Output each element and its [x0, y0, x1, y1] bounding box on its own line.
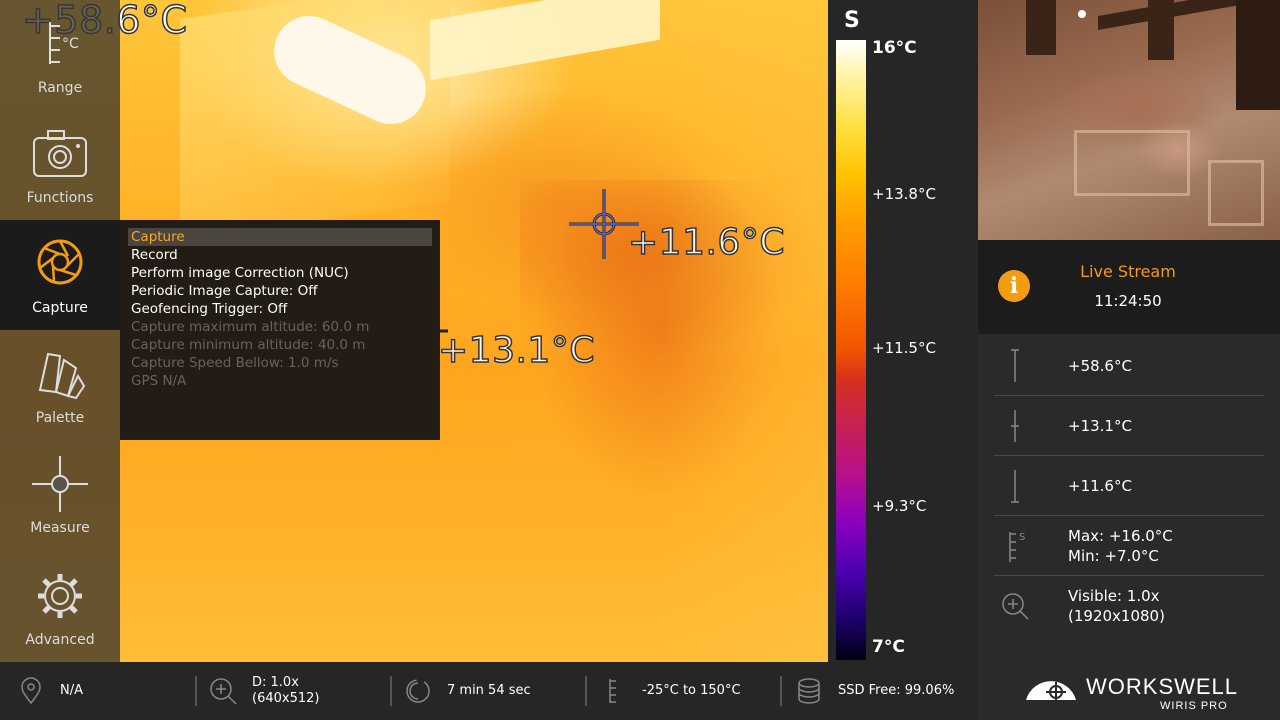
database-icon: [798, 678, 820, 704]
gear-icon: [38, 574, 82, 618]
range-unit: °C: [62, 36, 79, 52]
sidebar-item-measure[interactable]: Measure: [0, 440, 120, 550]
gps-status: N/A: [16, 662, 83, 720]
reading-max-spot: +58.6°C: [994, 336, 1264, 396]
logo-subtitle: WIRIS PRO: [1160, 700, 1228, 712]
center-spot-icon: [1011, 410, 1019, 442]
camera-range-value: -25°C to 150°C: [642, 683, 741, 698]
capture-menu: Capture Record Perform image Correction …: [120, 220, 440, 440]
storage-status: SSD Free: 99.06%: [794, 662, 954, 720]
scale-tick-label: +9.3°C: [872, 497, 927, 515]
recording-time-value: 7 min 54 sec: [447, 683, 531, 698]
menu-item-geofencing[interactable]: Geofencing Trigger: Off: [128, 300, 432, 318]
range-max-value: Max: +16.0°C: [1068, 526, 1173, 545]
workswell-logo: WORKSWELL WIRIS PRO: [1022, 668, 1252, 716]
scale-min-label: 7°C: [872, 637, 905, 657]
range-scale-icon: S: [1009, 532, 1025, 562]
max-spot-icon: [1011, 349, 1019, 382]
range-min-value: Min: +7.0°C: [1068, 546, 1159, 565]
menu-item-record[interactable]: Record: [128, 246, 432, 264]
scale-mode-label[interactable]: S: [844, 8, 860, 33]
range-icon: [49, 22, 60, 64]
visible-camera-preview[interactable]: [978, 0, 1280, 240]
status-bar: N/A D: 1.0x (640x512) 7 min 54 sec -25°C…: [0, 662, 978, 720]
scale-tick-label: +11.5°C: [872, 339, 936, 357]
sidebar-item-advanced[interactable]: Advanced: [0, 552, 120, 662]
sidebar-item-capture[interactable]: Capture: [0, 220, 120, 330]
reading-min-spot: +11.6°C: [994, 456, 1264, 516]
svg-text:S: S: [1019, 532, 1025, 543]
center-spot-temp: +13.1°C: [437, 329, 595, 372]
reading-value: +11.6°C: [1068, 476, 1132, 495]
divider: [780, 676, 782, 706]
divider: [585, 676, 587, 706]
sidebar-item-label: Measure: [30, 520, 90, 536]
scale-max-label: 16°C: [872, 38, 917, 58]
sidebar-item-label: Range: [37, 80, 83, 96]
logo-mark-icon: [1026, 681, 1076, 702]
sidebar-item-range[interactable]: °C Range: [0, 0, 120, 110]
logo-wordmark: WORKSWELL: [1086, 674, 1239, 699]
thermal-gradient: [660, 0, 828, 662]
palette-icon: [38, 352, 86, 400]
divider: [195, 676, 197, 706]
menu-item-capture-speed: Capture Speed Bellow: 1.0 m/s: [131, 355, 339, 371]
sidebar-item-label: Functions: [26, 190, 94, 206]
min-spot-temp: +11.6°C: [627, 221, 785, 264]
menu-item-periodic-capture[interactable]: Periodic Image Capture: Off: [128, 282, 432, 300]
sidebar-item-label: Palette: [35, 410, 85, 426]
location-pin-icon: [21, 677, 41, 705]
gps-value: N/A: [60, 683, 83, 698]
reading-range: S Max: +16.0°C Min: +7.0°C: [994, 516, 1264, 576]
timer-icon: [406, 679, 430, 703]
range-icon: [609, 679, 616, 703]
sidebar: °C Range Functions Capture Palette Measu…: [0, 0, 120, 662]
digital-zoom-value: D: 1.0x: [252, 675, 299, 690]
digital-zoom-resolution: (640x512): [252, 691, 320, 706]
visible-resolution-value: (1920x1080): [1068, 606, 1165, 625]
sidebar-item-functions[interactable]: Functions: [0, 110, 120, 220]
aperture-icon: [37, 239, 83, 285]
menu-item-min-altitude: Capture minimum altitude: 40.0 m: [131, 337, 366, 353]
zoom-icon: [210, 678, 237, 705]
divider: [390, 676, 392, 706]
thermal-structure: [430, 0, 660, 81]
ssd-free-value: SSD Free: 99.06%: [838, 683, 955, 698]
scale-tick-label: +13.8°C: [872, 185, 936, 203]
reading-value: +58.6°C: [1068, 356, 1132, 375]
menu-item-gps: GPS N/A: [131, 373, 187, 389]
visible-zoom-value: Visible: 1.0x: [1068, 586, 1160, 605]
right-panel: i Live Stream 11:24:50 +58.6°C +13.1°C +…: [978, 0, 1280, 720]
reading-value: +13.1°C: [1068, 416, 1132, 435]
live-stream-title: Live Stream: [1080, 262, 1176, 281]
digital-zoom-status: D: 1.0x (640x512): [208, 662, 319, 720]
live-stream-time: 11:24:50: [1094, 292, 1162, 310]
sidebar-item-palette[interactable]: Palette: [0, 330, 120, 440]
reading-visible-zoom: Visible: 1.0x (1920x1080): [994, 576, 1264, 635]
zoom-icon: [1002, 593, 1029, 620]
crosshair-icon: [32, 456, 88, 512]
live-stream-status: i Live Stream 11:24:50: [978, 240, 1280, 334]
menu-item-nuc[interactable]: Perform image Correction (NUC): [128, 264, 432, 282]
sidebar-item-label: Capture: [32, 300, 88, 316]
temperature-scale-panel: S 16°C +13.8°C +11.5°C +9.3°C 7°C: [828, 0, 978, 662]
sidebar-item-label: Advanced: [25, 632, 95, 648]
menu-item-max-altitude: Capture maximum altitude: 60.0 m: [131, 319, 370, 335]
menu-item-capture[interactable]: Capture: [128, 228, 432, 246]
camera-range-status: -25°C to 150°C: [598, 662, 741, 720]
info-icon[interactable]: i: [998, 270, 1030, 302]
camera-icon: [33, 130, 87, 177]
min-spot-icon: [1011, 470, 1019, 503]
reading-center-spot: +13.1°C: [994, 396, 1264, 456]
recording-time-status: 7 min 54 sec: [403, 662, 531, 720]
palette-scale-bar: [836, 40, 866, 660]
